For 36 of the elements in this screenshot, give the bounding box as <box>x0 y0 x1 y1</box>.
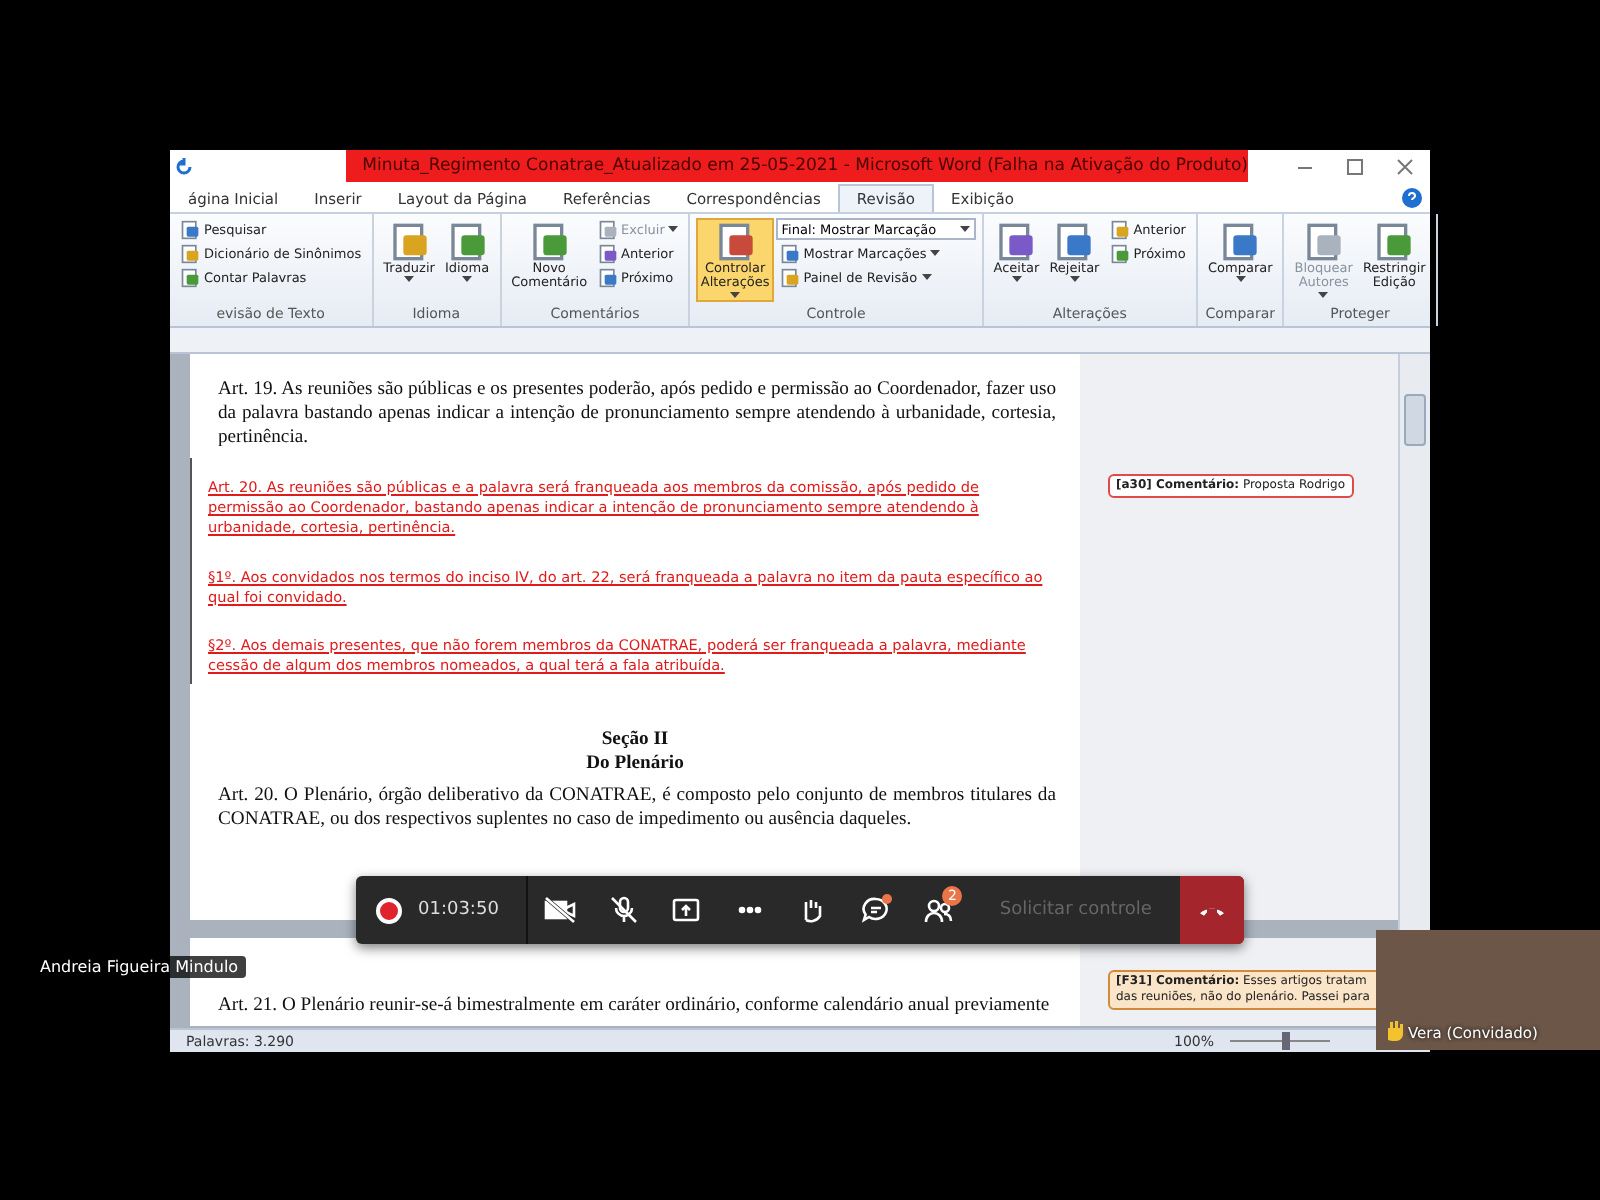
share-screen-icon <box>670 896 703 924</box>
ribbon-icon <box>597 267 618 287</box>
maximize-icon[interactable] <box>1346 157 1364 175</box>
ribbon-icon <box>597 243 618 263</box>
ribbon-icon <box>996 222 1037 262</box>
ribbon-icon <box>1220 222 1261 262</box>
phone-icon <box>1200 905 1225 915</box>
ribbon-icon <box>1374 222 1415 262</box>
mic-off-icon <box>607 896 640 924</box>
close-icon[interactable] <box>1396 157 1414 175</box>
ribbon-icon <box>1109 219 1130 239</box>
help-icon[interactable] <box>1402 188 1422 208</box>
ribbon-icon <box>597 219 618 239</box>
section-heading: Seção II <box>599 726 671 753</box>
ribbon-icon <box>779 243 800 263</box>
ribbon-icon <box>1054 222 1095 262</box>
recording-icon <box>376 897 402 923</box>
call-timer: 01:03:50 <box>418 900 499 920</box>
ribbon-icon <box>447 222 488 262</box>
ribbon-icon <box>779 267 800 287</box>
camera-off-icon <box>544 896 577 924</box>
ribbon-icon <box>1303 222 1344 262</box>
undo-icon[interactable] <box>176 157 194 175</box>
ribbon-icon <box>1109 243 1130 263</box>
slider-thumb[interactable] <box>1281 1032 1289 1050</box>
scrollbar-thumb[interactable] <box>1404 394 1426 446</box>
chat-icon <box>859 896 892 924</box>
window-title: Minuta_Regimento Conatrae_Atualizado em 25-05-2021 - Microsoft Word (Falha na Ativação do Produto) <box>346 150 1248 182</box>
paragraph: Art. 19. As reuniões são públicas e os presentes poderão, após pedido e permissão ao Coordenador, fazer uso da palavra bastando apenas indicar a intenção de pronunciamento sempre atendendo à urbanidade, cortesia, pertinência. <box>216 376 1058 452</box>
ribbon-icon <box>529 222 570 262</box>
paragraph: Art. 20. O Plenário, órgão deliberativo da CONATRAE, é composto pelo conjunto de membros titulares da CONATRAE, ou dos respectivos suplentes no caso de impedimento ou ausência daqueles. <box>216 782 1058 835</box>
ribbon-icon <box>715 222 756 262</box>
ribbon-icon <box>389 222 430 262</box>
section-heading: Do Plenário <box>584 752 686 777</box>
people-icon <box>922 896 955 924</box>
paragraph: Art. 21. O Plenário reunir-se-á bimestralmente em caráter ordinário, conforme calendário anual previamente <box>216 992 1052 1021</box>
